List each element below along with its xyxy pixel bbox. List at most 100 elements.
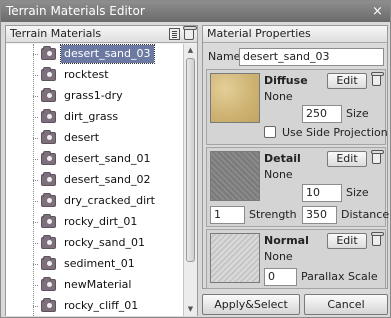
diffuse-trash-icon[interactable] xyxy=(371,72,384,86)
trash-icon[interactable] xyxy=(183,26,197,40)
tree-connector-tick xyxy=(33,138,38,139)
tree-item-label: desert_sand_02 xyxy=(64,173,151,186)
tree-item[interactable]: rocky_cliff_01 xyxy=(33,296,179,316)
tree-item-label: rocktest xyxy=(64,68,109,81)
normal-edit-button[interactable]: Edit xyxy=(327,233,367,249)
normal-title: Normal xyxy=(264,234,309,247)
detail-strength-field[interactable]: 1 xyxy=(210,206,245,224)
material-folder-icon xyxy=(41,172,56,186)
material-folder-icon xyxy=(41,235,56,249)
tree-item-label: newMaterial xyxy=(64,278,132,291)
material-folder-icon xyxy=(41,130,56,144)
name-row: Name desert_sand_03 xyxy=(208,48,384,66)
detail-section: Detail Edit None 10 Size 1 Strength 350 … xyxy=(206,147,390,227)
side-projection-checkbox[interactable] xyxy=(264,126,276,138)
tree-item-label: rocky_sand_01 xyxy=(64,236,145,249)
diffuse-size-label: Size xyxy=(346,107,369,120)
tree-item[interactable]: sediment_01 xyxy=(33,254,179,274)
detail-edit-button[interactable]: Edit xyxy=(327,151,367,167)
diffuse-title: Diffuse xyxy=(264,74,308,87)
tree-connector-tick xyxy=(33,222,38,223)
detail-size-label: Size xyxy=(346,186,369,199)
material-tree[interactable]: desert_sand_03 rocktest grass1-dry dirt_gra… xyxy=(6,44,183,316)
tree-scrollbar[interactable]: ▲ ▼ xyxy=(183,44,197,316)
tree-item-label: desert_sand_03 xyxy=(60,44,155,64)
terrain-materials-title: Terrain Materials xyxy=(10,27,102,40)
tree-item[interactable]: desert xyxy=(33,128,179,148)
tree-item[interactable]: desert_sand_02 xyxy=(33,170,179,190)
name-label: Name xyxy=(208,50,241,63)
normal-trash-icon[interactable] xyxy=(371,232,384,246)
tree-item[interactable]: rocktest xyxy=(33,65,179,85)
material-folder-icon xyxy=(41,256,56,270)
material-properties-title: Material Properties xyxy=(207,27,311,40)
material-folder-icon xyxy=(41,88,56,102)
tree-item[interactable]: desert_sand_01 xyxy=(33,149,179,169)
detail-texture-label: None xyxy=(264,168,293,181)
material-folder-icon xyxy=(41,67,56,81)
tree-item-label: dirt_grass xyxy=(64,110,119,123)
material-folder-icon xyxy=(41,151,56,165)
scroll-down-icon[interactable]: ▼ xyxy=(184,303,197,316)
tree-item-label: sediment_01 xyxy=(64,257,135,270)
detail-distance-field[interactable]: 350 xyxy=(302,206,337,224)
tree-item-label: dry_cracked_dirt xyxy=(64,194,155,207)
tree-connector-tick xyxy=(33,306,38,307)
material-properties-header: Material Properties xyxy=(203,26,387,43)
tree-item[interactable]: dry_cracked_dirt xyxy=(33,191,179,211)
tree-item-label: rocky_dirt_01 xyxy=(64,215,138,228)
material-folder-icon xyxy=(41,46,56,60)
detail-strength-label: Strength xyxy=(249,208,297,221)
parallax-scale-field[interactable]: 0 xyxy=(264,268,297,286)
material-folder-icon xyxy=(41,193,56,207)
tree-item-label: desert_sand_01 xyxy=(64,152,151,165)
normal-section: Normal Edit None 0 Parallax Scale xyxy=(206,229,386,289)
diffuse-thumbnail[interactable] xyxy=(210,73,260,123)
tree-item[interactable]: newMaterial xyxy=(33,275,179,295)
material-folder-icon xyxy=(41,298,56,312)
list-icon[interactable] xyxy=(169,28,180,40)
tree-connector-tick xyxy=(33,54,38,55)
tree-connector-tick xyxy=(33,201,38,202)
diffuse-edit-button[interactable]: Edit xyxy=(327,73,367,89)
tree-item[interactable]: rocky_dirt_01 xyxy=(33,212,179,232)
material-properties-panel: Material Properties Name desert_sand_03 … xyxy=(202,25,390,289)
tree-item[interactable]: dirt_grass xyxy=(33,107,179,127)
tree-connector-tick xyxy=(33,159,38,160)
detail-trash-icon[interactable] xyxy=(371,150,384,164)
tree-item-label: rocky_cliff_01 xyxy=(64,299,139,312)
tree-connector-tick xyxy=(33,96,38,97)
terrain-materials-editor-window: Terrain Materials Editor × Terrain Mater… xyxy=(0,0,391,318)
side-projection-label: Use Side Projection xyxy=(282,126,388,139)
detail-distance-label: Distance xyxy=(341,208,390,221)
normal-thumbnail[interactable] xyxy=(210,233,260,283)
close-icon[interactable]: × xyxy=(370,4,385,19)
terrain-materials-panel: Terrain Materials desert_sand_03 rocktest… xyxy=(5,25,198,316)
detail-size-field[interactable]: 10 xyxy=(302,184,342,202)
name-field[interactable]: desert_sand_03 xyxy=(239,48,384,66)
terrain-materials-header: Terrain Materials xyxy=(6,26,197,43)
scroll-thumb[interactable] xyxy=(186,58,195,262)
window-title: Terrain Materials Editor xyxy=(6,4,145,18)
tree-item-label: desert xyxy=(64,131,100,144)
diffuse-texture-label: None xyxy=(264,90,293,103)
tree-item-label: grass1-dry xyxy=(64,89,123,102)
tree-item[interactable]: desert_sand_03 xyxy=(33,44,179,64)
tree-connector-tick xyxy=(33,264,38,265)
title-bar[interactable]: Terrain Materials Editor × xyxy=(1,1,390,22)
cancel-button[interactable]: Cancel xyxy=(304,294,388,315)
tree-connector-tick xyxy=(33,180,38,181)
tree-item[interactable]: grass1-dry xyxy=(33,86,179,106)
normal-texture-label: None xyxy=(264,250,293,263)
tree-connector-tick xyxy=(33,117,38,118)
apply-select-button[interactable]: Apply&Select xyxy=(202,294,300,315)
tree-connector-tick xyxy=(33,285,38,286)
diffuse-section: Diffuse Edit None 250 Size Use Side Proj… xyxy=(206,69,388,145)
material-folder-icon xyxy=(41,109,56,123)
scroll-up-icon[interactable]: ▲ xyxy=(184,44,197,57)
diffuse-size-field[interactable]: 250 xyxy=(302,105,342,123)
tree-connector-tick xyxy=(33,243,38,244)
tree-item[interactable]: rocky_sand_01 xyxy=(33,233,179,253)
tree-connector-tick xyxy=(33,75,38,76)
detail-thumbnail[interactable] xyxy=(210,151,260,201)
